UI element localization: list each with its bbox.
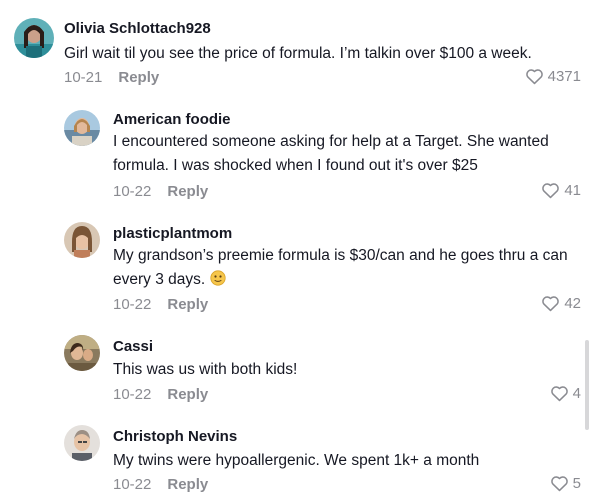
comment-date: 10-22: [113, 476, 152, 493]
comment-text-content: My grandson’s preemie formula is $30/can…: [113, 247, 568, 288]
like-count: 4371: [547, 68, 581, 85]
reply-button[interactable]: Reply: [167, 183, 208, 200]
avatar-photo-icon: [64, 425, 100, 461]
like-count: 42: [564, 295, 581, 312]
avatar-photo-icon: [64, 222, 100, 258]
comment-date: 10-22: [113, 183, 152, 200]
comment-meta: 10-21 Reply: [64, 69, 159, 86]
avatar[interactable]: [64, 222, 100, 258]
heart-icon: [550, 386, 568, 402]
comment-text: This was us with both kids!: [113, 361, 298, 378]
reply-comment-item: Christoph Nevins My twins were hypoaller…: [0, 420, 589, 502]
like-button[interactable]: 41: [541, 182, 581, 199]
comment-date: 10-21: [64, 69, 103, 86]
avatar[interactable]: [64, 425, 100, 461]
comment-meta: 10-22 Reply: [113, 386, 208, 403]
comment-date: 10-22: [113, 386, 152, 403]
avatar[interactable]: [64, 335, 100, 371]
like-count: 4: [572, 385, 581, 402]
heart-icon: [550, 476, 568, 492]
reply-button[interactable]: Reply: [118, 69, 159, 86]
comment-text: I encountered someone asking for help at…: [113, 133, 549, 174]
comment-text: Girl wait til you see the price of formu…: [64, 45, 532, 62]
comment-date: 10-22: [113, 296, 152, 313]
like-count: 41: [564, 182, 581, 199]
comment-username[interactable]: Christoph Nevins: [113, 428, 237, 445]
heart-icon: [542, 296, 560, 312]
like-button[interactable]: 42: [541, 295, 581, 312]
comments-panel: Olivia Schlottach928 Girl wait til you s…: [0, 0, 589, 502]
scrollbar[interactable]: [585, 340, 589, 430]
comment-username[interactable]: Olivia Schlottach928: [64, 20, 211, 37]
reply-button[interactable]: Reply: [167, 296, 208, 313]
like-button[interactable]: 5: [550, 475, 581, 492]
avatar-photo-icon: [64, 110, 100, 146]
avatar-photo-icon: [64, 335, 100, 371]
comment-username[interactable]: plasticplantmom: [113, 225, 232, 242]
heart-icon: [525, 69, 543, 85]
comment-meta: 10-22 Reply: [113, 296, 208, 313]
reply-comment-item: American foodie I encountered someone as…: [0, 100, 589, 210]
comment-username[interactable]: Cassi: [113, 338, 153, 355]
reply-comment-item: plasticplantmom My grandson’s preemie fo…: [0, 214, 589, 324]
comment-item: Olivia Schlottach928 Girl wait til you s…: [0, 0, 589, 100]
comment-meta: 10-22 Reply: [113, 183, 208, 200]
avatar-photo-icon: [14, 18, 54, 58]
like-button[interactable]: 4: [550, 385, 581, 402]
face-emoji-icon: [209, 270, 226, 286]
like-count: 5: [572, 475, 581, 492]
reply-button[interactable]: Reply: [167, 476, 208, 493]
comment-text: My grandson’s preemie formula is $30/can…: [113, 244, 568, 292]
reply-button[interactable]: Reply: [167, 386, 208, 403]
comment-username[interactable]: American foodie: [113, 111, 231, 128]
avatar[interactable]: [14, 18, 54, 58]
comment-text: My twins were hypoallergenic. We spent 1…: [113, 452, 480, 469]
avatar[interactable]: [64, 110, 100, 146]
comment-meta: 10-22 Reply: [113, 476, 208, 493]
reply-comment-item: Cassi This was us with both kids! 10-22 R…: [0, 330, 589, 420]
like-button[interactable]: 4371: [525, 68, 581, 85]
heart-icon: [542, 183, 560, 199]
